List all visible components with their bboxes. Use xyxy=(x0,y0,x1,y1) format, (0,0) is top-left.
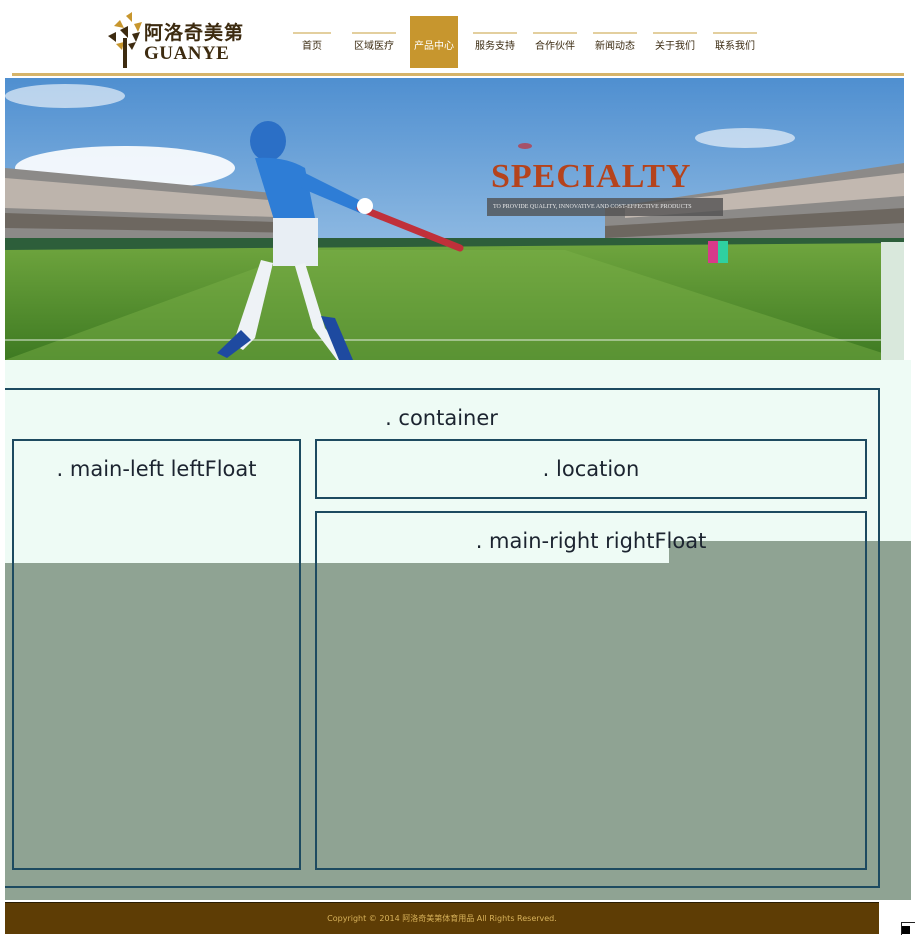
location-label: . location xyxy=(542,457,640,481)
nav-item-products[interactable]: 产品中心 xyxy=(410,16,458,68)
layout-diagram: . container . main-left leftFloat . loca… xyxy=(5,360,911,900)
logo-tree-icon xyxy=(108,12,142,68)
main-left-box: . main-left leftFloat xyxy=(12,439,301,870)
main-right-box: . main-right rightFloat xyxy=(315,511,867,870)
nav-item-contact[interactable]: 联系我们 xyxy=(713,32,757,54)
nav-item-about[interactable]: 关于我们 xyxy=(653,32,697,54)
site-footer: Copyright © 2014 阿洛奇美第体育用品 All Rights Re… xyxy=(5,902,879,934)
location-box: . location xyxy=(315,439,867,499)
site-header: 阿洛奇美第 GUANYE 首页 区域医疗 产品中心 服务支持 合作伙伴 新闻动态… xyxy=(12,0,904,76)
logo-english-name: GUANYE xyxy=(144,43,230,64)
resize-handle[interactable] xyxy=(902,926,910,934)
main-right-label: . main-right rightFloat xyxy=(475,529,707,553)
nav-item-home[interactable]: 首页 xyxy=(293,32,331,54)
nav-item-regional-medical[interactable]: 区域医疗 xyxy=(352,32,396,54)
site-logo[interactable]: 阿洛奇美第 GUANYE xyxy=(104,10,254,68)
hero-banner: SPECIALTY TO PROVIDE QUALITY, INNOVATIVE… xyxy=(5,78,904,360)
banner-title: SPECIALTY xyxy=(491,158,692,195)
logo-chinese-name: 阿洛奇美第 xyxy=(144,22,245,44)
nav-item-service-support[interactable]: 服务支持 xyxy=(473,32,517,54)
stadium-image xyxy=(5,78,904,360)
main-left-label: . main-left leftFloat xyxy=(56,457,257,481)
footer-copyright: Copyright © 2014 阿洛奇美第体育用品 All Rights Re… xyxy=(327,914,557,923)
nav-item-partners[interactable]: 合作伙伴 xyxy=(533,32,577,54)
container-label: . container xyxy=(385,406,498,430)
nav-item-news[interactable]: 新闻动态 xyxy=(593,32,637,54)
banner-subtitle: TO PROVIDE QUALITY, INNOVATIVE AND COST-… xyxy=(487,198,723,216)
